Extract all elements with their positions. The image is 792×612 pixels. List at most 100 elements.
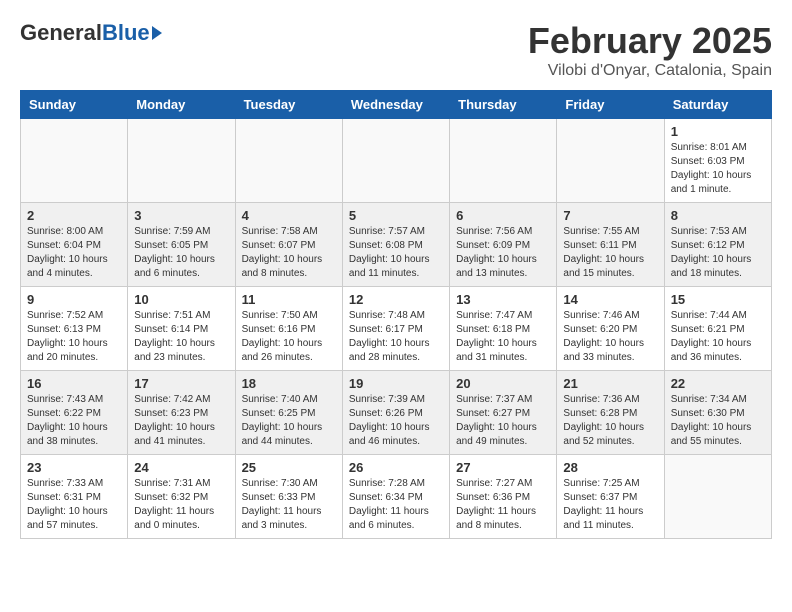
calendar-week-row: 1 Sunrise: 8:01 AM Sunset: 6:03 PM Daylig… — [21, 119, 772, 203]
day-number: 26 — [349, 460, 443, 475]
calendar-cell: 21Sunrise: 7:36 AM Sunset: 6:28 PM Dayli… — [557, 371, 664, 455]
day-info: Sunrise: 8:01 AM Sunset: 6:03 PM Dayligh… — [671, 141, 765, 197]
day-info: Sunrise: 7:46 AM Sunset: 6:20 PM Dayligh… — [563, 309, 657, 365]
calendar-cell: 23Sunrise: 7:33 AM Sunset: 6:31 PM Dayli… — [21, 455, 128, 539]
day-header-thursday: Thursday — [450, 91, 557, 119]
day-info: Sunrise: 7:39 AM Sunset: 6:26 PM Dayligh… — [349, 393, 443, 449]
logo: General Blue — [20, 20, 162, 46]
day-header-saturday: Saturday — [664, 91, 771, 119]
month-title: February 2025 — [528, 20, 772, 62]
day-info: Sunrise: 7:48 AM Sunset: 6:17 PM Dayligh… — [349, 309, 443, 365]
calendar-cell — [128, 119, 235, 203]
calendar-cell: 1 Sunrise: 8:01 AM Sunset: 6:03 PM Daylig… — [664, 119, 771, 203]
day-info: Sunrise: 7:28 AM Sunset: 6:34 PM Dayligh… — [349, 477, 443, 533]
calendar-cell: 13 Sunrise: 7:47 AM Sunset: 6:18 PM Dayli… — [450, 287, 557, 371]
day-number: 13 — [456, 292, 550, 307]
calendar-cell: 5 Sunrise: 7:57 AM Sunset: 6:08 PM Daylig… — [342, 203, 449, 287]
calendar-cell: 14 Sunrise: 7:46 AM Sunset: 6:20 PM Dayli… — [557, 287, 664, 371]
calendar-cell: 8 Sunrise: 7:53 AM Sunset: 6:12 PM Daylig… — [664, 203, 771, 287]
day-number: 7 — [563, 208, 657, 223]
day-number: 14 — [563, 292, 657, 307]
day-number: 15 — [671, 292, 765, 307]
calendar-header-row: SundayMondayTuesdayWednesdayThursdayFrid… — [21, 91, 772, 119]
calendar-cell — [450, 119, 557, 203]
calendar-cell — [21, 119, 128, 203]
calendar-cell: 10 Sunrise: 7:51 AM Sunset: 6:14 PM Dayli… — [128, 287, 235, 371]
calendar-cell: 7 Sunrise: 7:55 AM Sunset: 6:11 PM Daylig… — [557, 203, 664, 287]
day-info: Sunrise: 7:58 AM Sunset: 6:07 PM Dayligh… — [242, 225, 336, 281]
logo-blue-text: Blue — [102, 20, 150, 46]
day-number: 12 — [349, 292, 443, 307]
day-info: Sunrise: 7:44 AM Sunset: 6:21 PM Dayligh… — [671, 309, 765, 365]
calendar-cell: 19 Sunrise: 7:39 AM Sunset: 6:26 PM Dayli… — [342, 371, 449, 455]
calendar-cell: 20Sunrise: 7:37 AM Sunset: 6:27 PM Dayli… — [450, 371, 557, 455]
day-info: Sunrise: 7:30 AM Sunset: 6:33 PM Dayligh… — [242, 477, 336, 533]
day-number: 27 — [456, 460, 550, 475]
calendar-cell: 28 Sunrise: 7:25 AM Sunset: 6:37 PM Dayli… — [557, 455, 664, 539]
day-number: 8 — [671, 208, 765, 223]
calendar-table: SundayMondayTuesdayWednesdayThursdayFrid… — [20, 90, 772, 539]
calendar-week-row: 23Sunrise: 7:33 AM Sunset: 6:31 PM Dayli… — [21, 455, 772, 539]
day-number: 10 — [134, 292, 228, 307]
day-info: Sunrise: 7:25 AM Sunset: 6:37 PM Dayligh… — [563, 477, 657, 533]
calendar-week-row: 9 Sunrise: 7:52 AM Sunset: 6:13 PM Daylig… — [21, 287, 772, 371]
calendar-cell — [235, 119, 342, 203]
calendar-cell: 12 Sunrise: 7:48 AM Sunset: 6:17 PM Dayli… — [342, 287, 449, 371]
calendar-cell: 6 Sunrise: 7:56 AM Sunset: 6:09 PM Daylig… — [450, 203, 557, 287]
calendar-cell: 26 Sunrise: 7:28 AM Sunset: 6:34 PM Dayli… — [342, 455, 449, 539]
calendar-cell — [664, 455, 771, 539]
calendar-cell: 25Sunrise: 7:30 AM Sunset: 6:33 PM Dayli… — [235, 455, 342, 539]
calendar-cell: 11 Sunrise: 7:50 AM Sunset: 6:16 PM Dayli… — [235, 287, 342, 371]
day-header-tuesday: Tuesday — [235, 91, 342, 119]
day-number: 17 — [134, 376, 228, 391]
day-number: 28 — [563, 460, 657, 475]
day-info: Sunrise: 7:50 AM Sunset: 6:16 PM Dayligh… — [242, 309, 336, 365]
day-info: Sunrise: 7:53 AM Sunset: 6:12 PM Dayligh… — [671, 225, 765, 281]
day-number: 19 — [349, 376, 443, 391]
calendar-cell: 2 Sunrise: 8:00 AM Sunset: 6:04 PM Daylig… — [21, 203, 128, 287]
day-number: 18 — [242, 376, 336, 391]
day-info: Sunrise: 7:43 AM Sunset: 6:22 PM Dayligh… — [27, 393, 121, 449]
day-info: Sunrise: 7:52 AM Sunset: 6:13 PM Dayligh… — [27, 309, 121, 365]
calendar-cell: 3 Sunrise: 7:59 AM Sunset: 6:05 PM Daylig… — [128, 203, 235, 287]
calendar-week-row: 16Sunrise: 7:43 AM Sunset: 6:22 PM Dayli… — [21, 371, 772, 455]
day-info: Sunrise: 7:57 AM Sunset: 6:08 PM Dayligh… — [349, 225, 443, 281]
day-info: Sunrise: 7:31 AM Sunset: 6:32 PM Dayligh… — [134, 477, 228, 533]
day-number: 11 — [242, 292, 336, 307]
day-info: Sunrise: 7:56 AM Sunset: 6:09 PM Dayligh… — [456, 225, 550, 281]
day-info: Sunrise: 7:27 AM Sunset: 6:36 PM Dayligh… — [456, 477, 550, 533]
day-info: Sunrise: 8:00 AM Sunset: 6:04 PM Dayligh… — [27, 225, 121, 281]
day-number: 23 — [27, 460, 121, 475]
day-header-monday: Monday — [128, 91, 235, 119]
day-info: Sunrise: 7:55 AM Sunset: 6:11 PM Dayligh… — [563, 225, 657, 281]
calendar-cell: 22Sunrise: 7:34 AM Sunset: 6:30 PM Dayli… — [664, 371, 771, 455]
day-number: 6 — [456, 208, 550, 223]
calendar-cell: 15 Sunrise: 7:44 AM Sunset: 6:21 PM Dayli… — [664, 287, 771, 371]
page-header: General Blue February 2025 Vilobi d'Onya… — [20, 20, 772, 80]
calendar-week-row: 2 Sunrise: 8:00 AM Sunset: 6:04 PM Daylig… — [21, 203, 772, 287]
calendar-cell: 16Sunrise: 7:43 AM Sunset: 6:22 PM Dayli… — [21, 371, 128, 455]
day-number: 2 — [27, 208, 121, 223]
calendar-cell — [557, 119, 664, 203]
day-header-friday: Friday — [557, 91, 664, 119]
calendar-cell: 4 Sunrise: 7:58 AM Sunset: 6:07 PM Daylig… — [235, 203, 342, 287]
day-header-wednesday: Wednesday — [342, 91, 449, 119]
calendar-cell — [342, 119, 449, 203]
calendar-cell: 18Sunrise: 7:40 AM Sunset: 6:25 PM Dayli… — [235, 371, 342, 455]
day-number: 5 — [349, 208, 443, 223]
calendar-cell: 17 Sunrise: 7:42 AM Sunset: 6:23 PM Dayli… — [128, 371, 235, 455]
day-info: Sunrise: 7:59 AM Sunset: 6:05 PM Dayligh… — [134, 225, 228, 281]
day-number: 3 — [134, 208, 228, 223]
day-number: 20 — [456, 376, 550, 391]
logo-general-text: General — [20, 20, 102, 46]
calendar-cell: 24 Sunrise: 7:31 AM Sunset: 6:32 PM Dayli… — [128, 455, 235, 539]
day-number: 9 — [27, 292, 121, 307]
day-number: 24 — [134, 460, 228, 475]
day-info: Sunrise: 7:51 AM Sunset: 6:14 PM Dayligh… — [134, 309, 228, 365]
day-info: Sunrise: 7:34 AM Sunset: 6:30 PM Dayligh… — [671, 393, 765, 449]
day-info: Sunrise: 7:42 AM Sunset: 6:23 PM Dayligh… — [134, 393, 228, 449]
day-number: 1 — [671, 124, 765, 139]
day-info: Sunrise: 7:47 AM Sunset: 6:18 PM Dayligh… — [456, 309, 550, 365]
calendar-cell: 27 Sunrise: 7:27 AM Sunset: 6:36 PM Dayli… — [450, 455, 557, 539]
day-number: 4 — [242, 208, 336, 223]
